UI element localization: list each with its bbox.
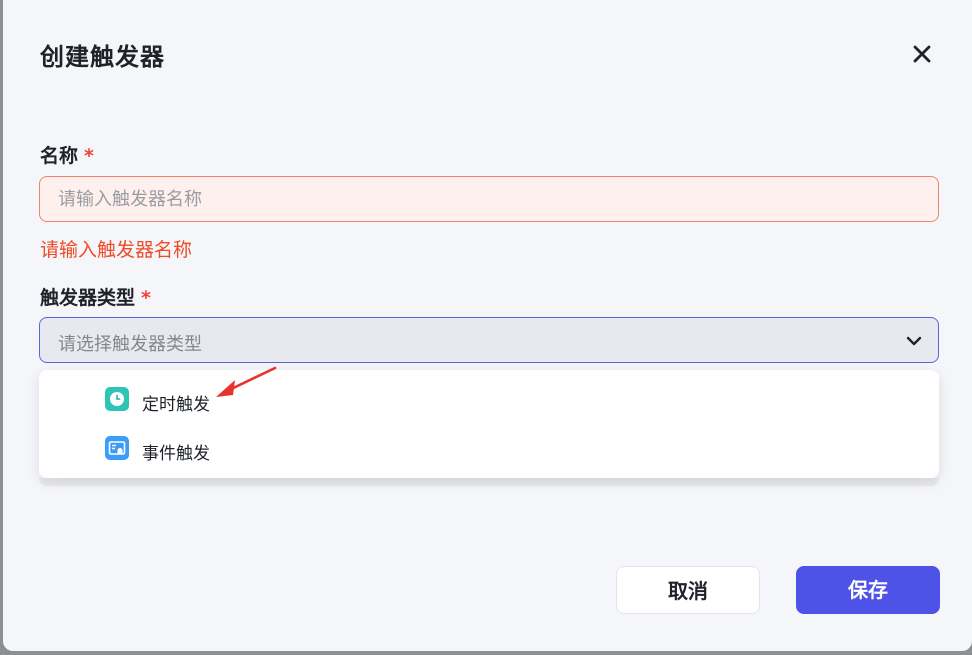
clock-icon — [105, 387, 129, 411]
trigger-type-dropdown: 定时触发 事件触发 — [39, 370, 939, 478]
name-label-text: 名称 — [40, 145, 79, 167]
create-trigger-dialog: 创建触发器 名称* 请输入触发器名称 触发器类型* 请选择触发器类型 — [3, 0, 972, 651]
option-scheduled-trigger[interactable]: 定时触发 — [39, 378, 939, 422]
required-mark: * — [84, 145, 94, 167]
dialog-title: 创建触发器 — [40, 43, 165, 71]
name-input-wrapper — [39, 176, 939, 222]
close-icon — [913, 45, 931, 63]
trigger-type-select[interactable]: 请选择触发器类型 — [39, 317, 939, 363]
trigger-type-label: 触发器类型 * — [40, 283, 151, 310]
name-input[interactable] — [40, 177, 938, 221]
option-event-trigger[interactable]: 事件触发 — [39, 427, 939, 471]
save-button[interactable]: 保存 — [796, 566, 940, 614]
name-error-message: 请输入触发器名称 — [40, 239, 193, 261]
cancel-button[interactable]: 取消 — [616, 566, 760, 614]
event-icon — [105, 436, 129, 460]
close-button[interactable] — [908, 40, 936, 68]
trigger-type-label-text: 触发器类型 — [40, 287, 136, 309]
option-label: 事件触发 — [142, 444, 210, 464]
name-label: 名称 * — [40, 141, 94, 168]
annotation-arrow-icon — [216, 366, 277, 397]
dropdown-bottom-edge — [39, 478, 939, 486]
required-mark: * — [141, 287, 151, 309]
trigger-type-placeholder: 请选择触发器类型 — [58, 334, 202, 355]
option-label: 定时触发 — [142, 395, 210, 415]
chevron-down-icon — [906, 336, 922, 346]
